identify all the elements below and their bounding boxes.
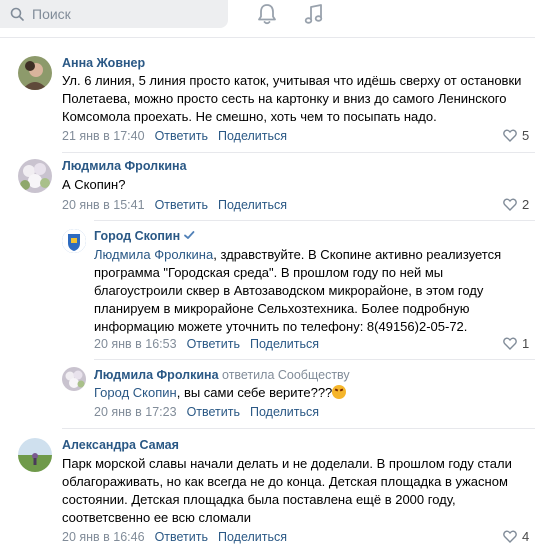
reply-button[interactable]: Ответить — [155, 129, 208, 143]
author-name[interactable]: Людмила Фролкина — [94, 368, 219, 382]
like-count: 4 — [522, 529, 530, 544]
like-button[interactable]: 4 — [503, 529, 529, 544]
comment-text: Людмила Фролкина, здравствуйте. В Скопин… — [94, 246, 501, 336]
comment-line: планируем в микрорайоне Сельхозтехника. … — [94, 301, 470, 316]
like-count: 5 — [522, 128, 530, 143]
comment-line: состоянии. Детская площадка была поставл… — [62, 492, 456, 507]
comment-author: Людмила Фролкина ответила Сообществу — [94, 368, 350, 382]
comment-line: облагораживать, но как всегда не до конц… — [62, 474, 508, 489]
comment-line: Ул. 6 линия, 5 линия просто каток, учиты… — [62, 73, 522, 88]
search-input[interactable]: Поиск — [0, 0, 228, 28]
comment-author[interactable]: Город Скопин — [94, 229, 195, 243]
comment-date[interactable]: 21 янв в 17:40 — [62, 129, 145, 143]
share-button[interactable]: Поделиться — [250, 337, 319, 351]
comment-line: соответсвенно ее всю сломали — [62, 510, 252, 525]
mention-link[interactable]: Город Скопин — [94, 385, 177, 400]
comment-line: благоустроили сквер в Автозаводском микр… — [94, 283, 484, 298]
divider — [62, 152, 535, 153]
author-name[interactable]: Город Скопин — [94, 229, 180, 243]
comment-line: А Скопин? — [62, 177, 126, 192]
heart-icon — [503, 530, 517, 543]
comment-date[interactable]: 20 янв в 16:46 — [62, 530, 145, 544]
like-count: 1 — [522, 336, 530, 351]
comment-date[interactable]: 20 янв в 15:41 — [62, 198, 145, 212]
reply-button[interactable]: Ответить — [187, 405, 240, 419]
heart-icon — [503, 337, 517, 350]
share-button[interactable]: Поделиться — [250, 405, 319, 419]
comment-line: Людмила Фролкина, здравствуйте. В Скопин… — [94, 246, 501, 264]
comment-meta: 20 янв в 16:53 Ответить Поделиться — [94, 337, 319, 351]
divider — [94, 220, 535, 221]
comment-date[interactable]: 20 янв в 17:23 — [94, 405, 177, 419]
heart-icon — [503, 129, 517, 142]
music-icon[interactable] — [303, 2, 325, 26]
comment-text: А Скопин? — [62, 176, 125, 194]
avatar[interactable] — [18, 159, 52, 193]
search-icon — [10, 7, 24, 21]
comment-text: Город Скопин, вы сами себе верите??? — [94, 384, 347, 402]
reply-button[interactable]: Ответить — [155, 530, 208, 544]
comment-author[interactable]: Александра Самая — [62, 438, 179, 452]
search-placeholder: Поиск — [32, 6, 71, 22]
top-bar: Поиск — [0, 0, 535, 38]
comment-line-text: , здравствуйте. В Скопине активно реализ… — [213, 247, 502, 262]
heart-icon — [503, 198, 517, 211]
share-button[interactable]: Поделиться — [218, 530, 287, 544]
comment-line: Полетаева, можно просто сесть на картонк… — [62, 91, 507, 106]
comment-line-text: , вы сами себе верите??? — [176, 385, 333, 400]
avatar[interactable] — [18, 56, 52, 90]
comment-line: информацию можете уточнить по телефону: … — [94, 319, 468, 334]
avatar[interactable] — [18, 438, 52, 472]
comment-line: Комсомола проехать. Не смешно, хоть чем … — [62, 109, 437, 124]
comment-line: Парк морской славы начали делать и не до… — [62, 456, 512, 471]
comment-text: Парк морской славы начали делать и не до… — [62, 455, 512, 527]
verified-icon — [184, 231, 195, 239]
like-button[interactable]: 2 — [503, 197, 529, 212]
comment-line: программа "Городская среда". В прошлом г… — [94, 265, 444, 280]
like-count: 2 — [522, 197, 530, 212]
mention-link[interactable]: Людмила Фролкина — [94, 247, 213, 262]
share-button[interactable]: Поделиться — [218, 198, 287, 212]
comment-text: Ул. 6 линия, 5 линия просто каток, учиты… — [62, 72, 521, 126]
avatar[interactable] — [62, 229, 86, 253]
comment-meta: 20 янв в 15:41 Ответить Поделиться — [62, 198, 287, 212]
reply-target[interactable]: ответила Сообществу — [222, 368, 350, 382]
comment-author[interactable]: Анна Жовнер — [62, 56, 145, 70]
divider — [94, 359, 535, 360]
like-button[interactable]: 1 — [503, 336, 529, 351]
angry-emoji-icon — [332, 385, 347, 399]
reply-button[interactable]: Ответить — [155, 198, 208, 212]
like-button[interactable]: 5 — [503, 128, 529, 143]
bell-icon[interactable] — [256, 2, 278, 26]
reply-button[interactable]: Ответить — [187, 337, 240, 351]
comment-author[interactable]: Людмила Фролкина — [62, 159, 187, 173]
comment-date[interactable]: 20 янв в 16:53 — [94, 337, 177, 351]
divider — [62, 428, 535, 429]
comment-meta: 20 янв в 16:46 Ответить Поделиться — [62, 530, 287, 544]
avatar[interactable] — [62, 367, 86, 391]
share-button[interactable]: Поделиться — [218, 129, 287, 143]
comment-meta: 21 янв в 17:40 Ответить Поделиться — [62, 129, 287, 143]
comment-meta: 20 янв в 17:23 Ответить Поделиться — [94, 405, 319, 419]
